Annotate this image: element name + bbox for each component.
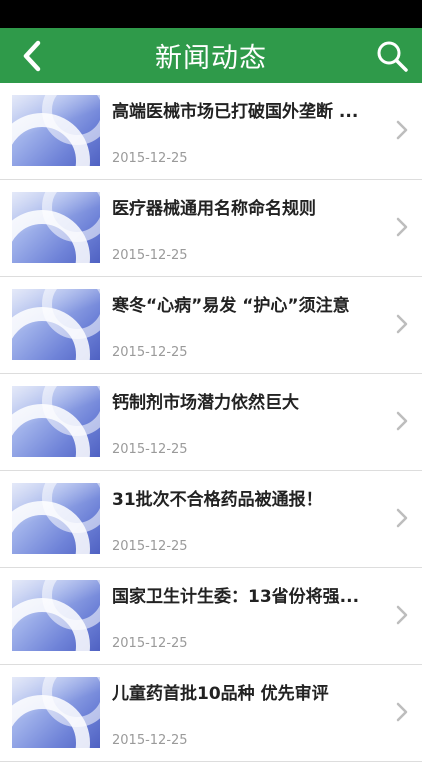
news-date: 2015-12-25: [112, 636, 188, 651]
news-date: 2015-12-25: [112, 151, 188, 166]
news-title: 医疗器械通用名称命名规则: [112, 199, 316, 219]
page-title: 新闻动态: [155, 43, 267, 74]
back-button[interactable]: [12, 36, 52, 76]
news-thumbnail: [12, 677, 100, 748]
news-title: 钙制剂市场潜力依然巨大: [112, 393, 299, 413]
chevron-right-icon: [396, 702, 408, 722]
news-item[interactable]: 医疗器械通用名称命名规则 2015-12-25: [0, 180, 422, 277]
chevron-right-icon: [396, 120, 408, 140]
news-date: 2015-12-25: [112, 442, 188, 457]
news-thumbnail: [12, 483, 100, 554]
app-header: 新闻动态: [0, 28, 422, 83]
news-title: 寒冬“心病”易发 “护心”须注意: [112, 296, 350, 316]
status-bar: [0, 0, 422, 28]
chevron-right-icon: [396, 411, 408, 431]
search-button[interactable]: [372, 36, 412, 76]
news-item[interactable]: 寒冬“心病”易发 “护心”须注意 2015-12-25: [0, 277, 422, 374]
news-date: 2015-12-25: [112, 345, 188, 360]
search-icon: [377, 41, 408, 72]
news-title: 高端医械市场已打破国外垄断 ...: [112, 102, 359, 122]
news-thumbnail: [12, 580, 100, 651]
news-thumbnail: [12, 386, 100, 457]
news-date: 2015-12-25: [112, 539, 188, 554]
news-list: 高端医械市场已打破国外垄断 ... 2015-12-25 医疗器械通用名称命名规…: [0, 83, 422, 762]
news-item[interactable]: 31批次不合格药品被通报！ 2015-12-25: [0, 471, 422, 568]
news-item[interactable]: 钙制剂市场潜力依然巨大 2015-12-25: [0, 374, 422, 471]
news-title: 国家卫生计生委：13省份将强...: [112, 587, 360, 607]
chevron-right-icon: [396, 508, 408, 528]
news-thumbnail: [12, 289, 100, 360]
news-title: 31批次不合格药品被通报！: [112, 490, 323, 510]
news-item[interactable]: 儿童药首批10品种 优先审评 2015-12-25: [0, 665, 422, 762]
news-date: 2015-12-25: [112, 248, 188, 263]
chevron-right-icon: [396, 605, 408, 625]
news-thumbnail: [12, 192, 100, 263]
news-thumbnail: [12, 95, 100, 166]
chevron-left-icon: [23, 40, 41, 72]
news-title: 儿童药首批10品种 优先审评: [112, 684, 329, 704]
news-item[interactable]: 国家卫生计生委：13省份将强... 2015-12-25: [0, 568, 422, 665]
news-date: 2015-12-25: [112, 733, 188, 748]
chevron-right-icon: [396, 217, 408, 237]
news-item[interactable]: 高端医械市场已打破国外垄断 ... 2015-12-25: [0, 83, 422, 180]
chevron-right-icon: [396, 314, 408, 334]
